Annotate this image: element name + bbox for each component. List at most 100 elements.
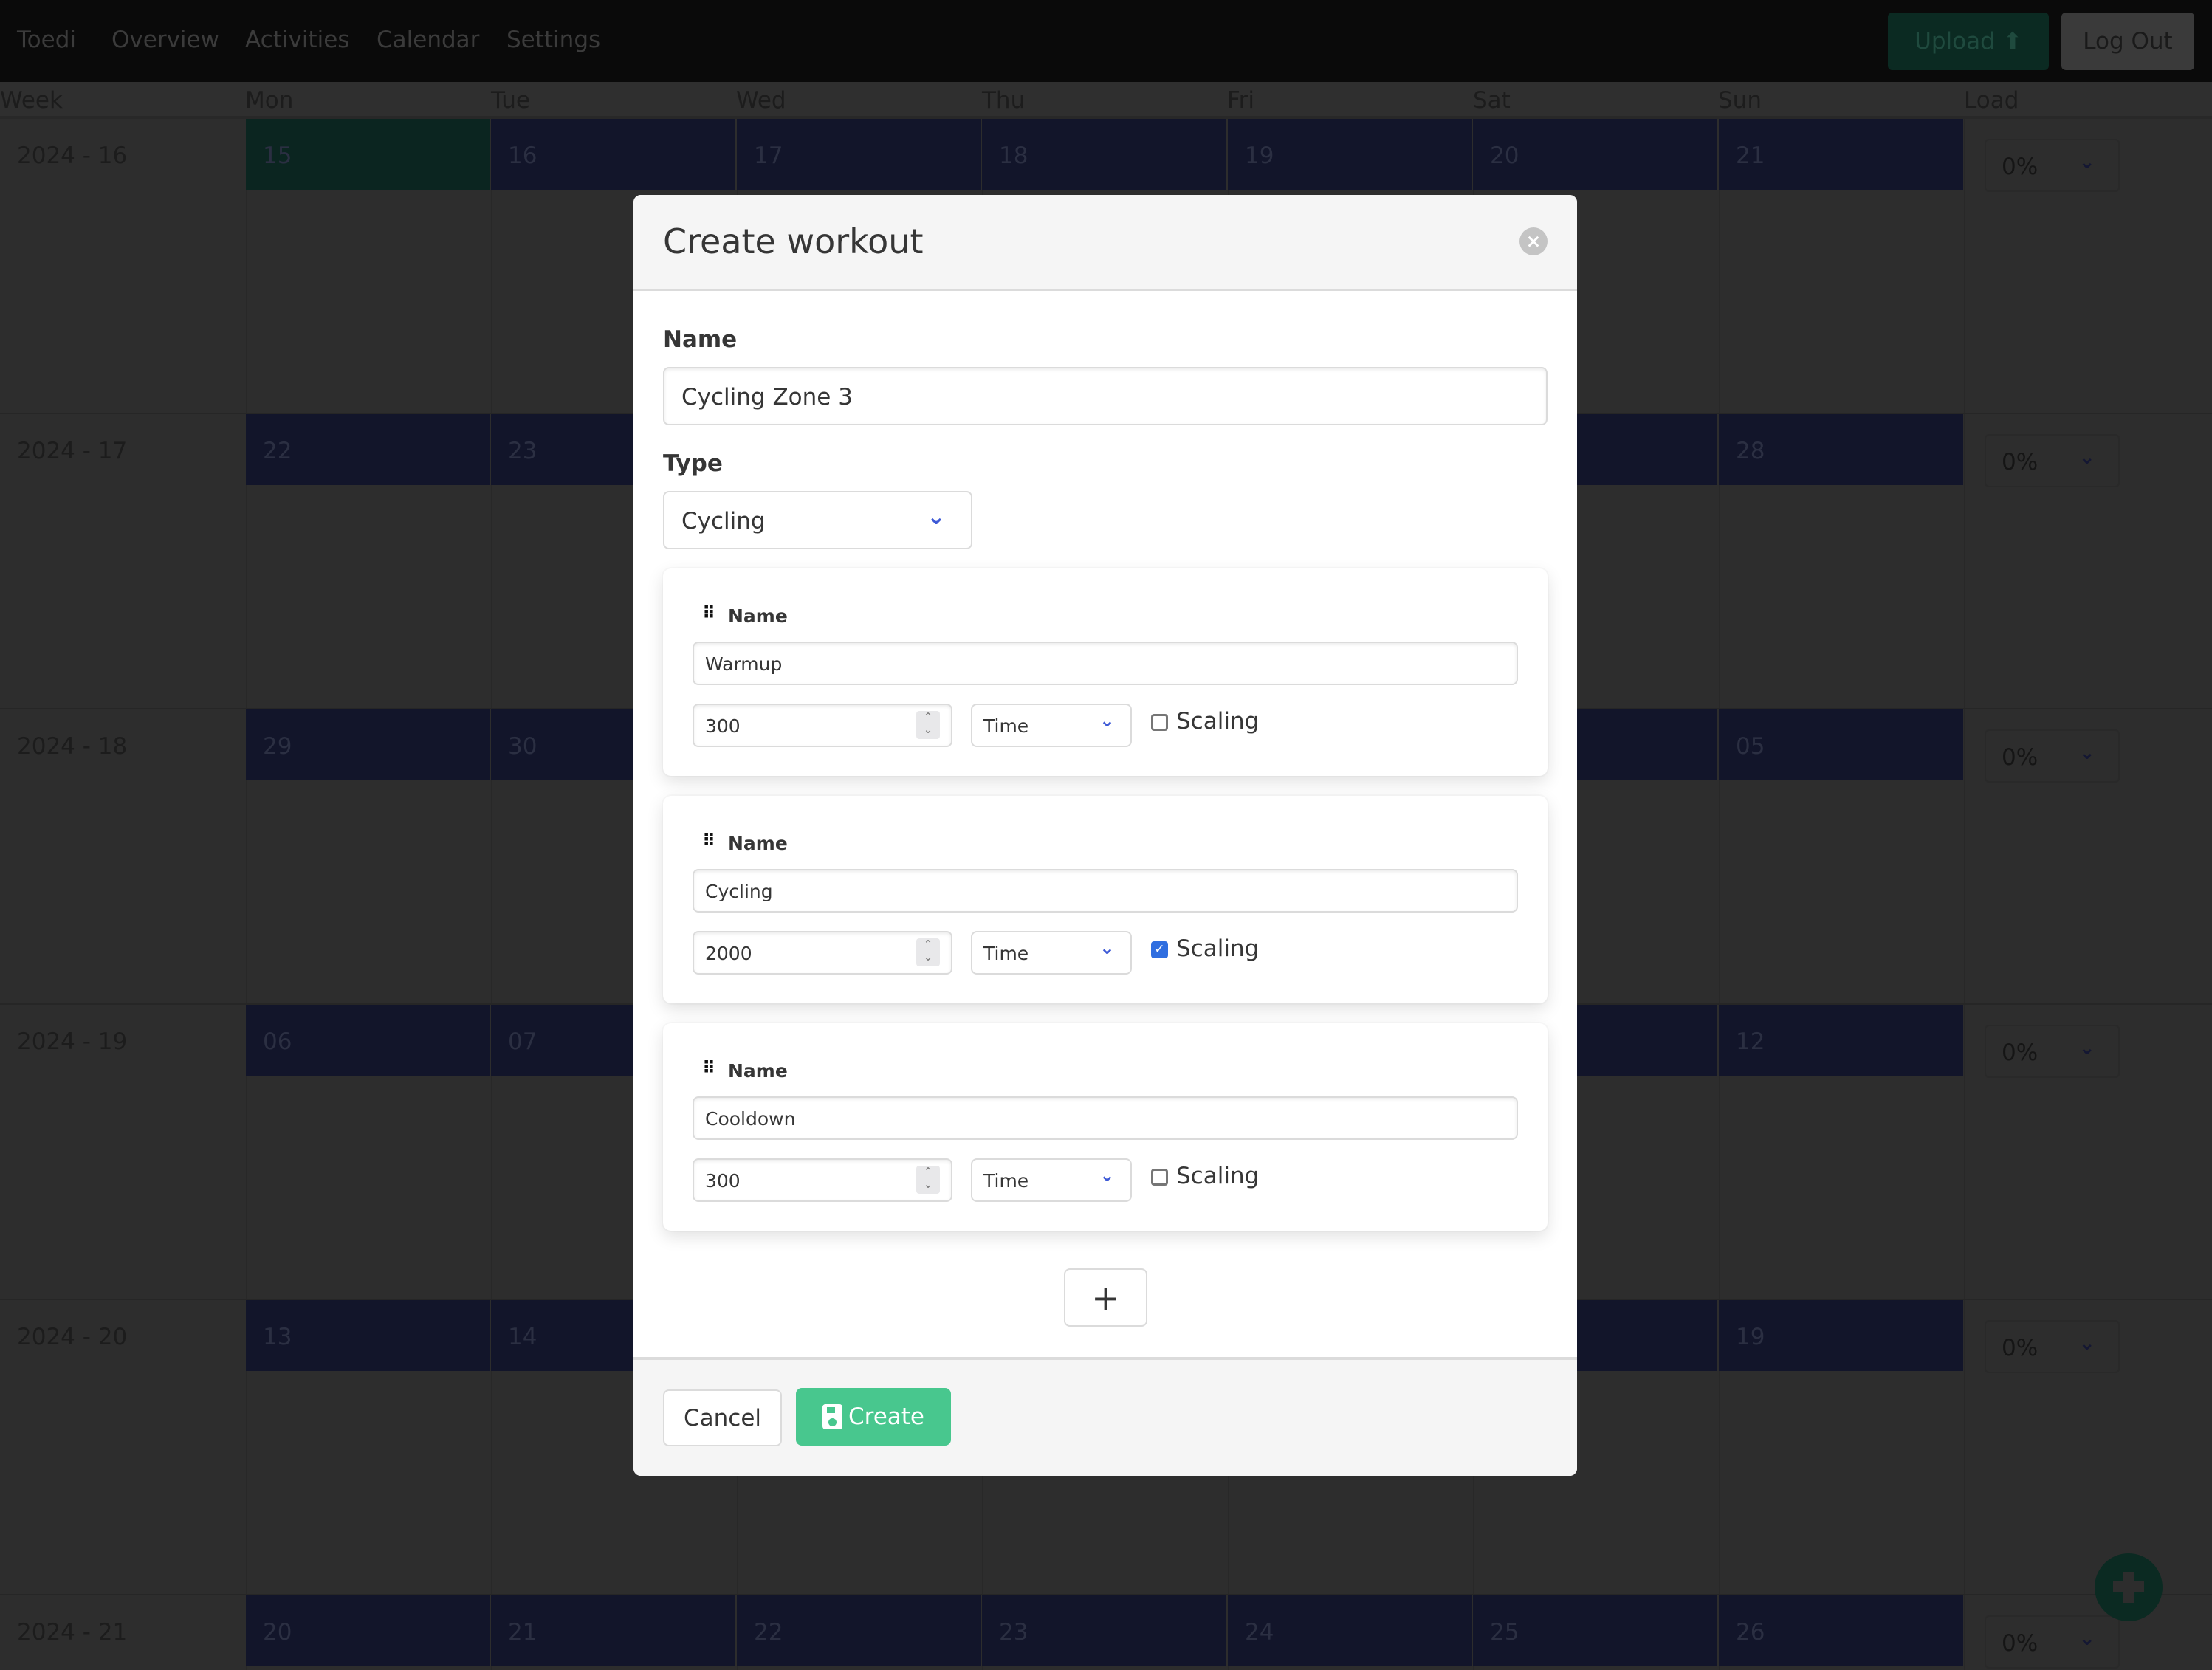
type-value: Cycling: [681, 508, 766, 535]
step-unit-select[interactable]: Time ⌄: [971, 704, 1132, 747]
logout-button[interactable]: Log Out: [2061, 13, 2194, 70]
step-amount-input[interactable]: 300 ⌃ ⌄: [693, 704, 952, 747]
stepper-icon[interactable]: ⌃ ⌄: [916, 711, 940, 739]
app: Toedi Overview Activities Calendar Setti…: [0, 0, 2212, 1670]
nav-activities[interactable]: Activities: [245, 27, 349, 53]
day-cell[interactable]: 26: [1719, 1595, 1963, 1666]
day-cell[interactable]: 21: [1719, 119, 1963, 190]
step-unit-select[interactable]: Time ⌄: [971, 1158, 1132, 1202]
day-cell[interactable]: 22: [737, 1595, 981, 1666]
step-name-input[interactable]: Cycling: [693, 869, 1518, 913]
workout-step-card: ⠿ Name Cycling 2000 ⌃ ⌄ Time ⌄ ✓ Scaling: [663, 796, 1548, 1003]
week-label: 2024 - 21: [17, 1619, 128, 1646]
cancel-button[interactable]: Cancel: [663, 1389, 782, 1446]
drag-handle-icon[interactable]: ⠿: [702, 831, 715, 851]
day-cell[interactable]: 19: [1228, 119, 1472, 190]
day-number: 07: [508, 1028, 537, 1055]
column-header-sat: Sat: [1473, 87, 1511, 114]
scaling-label: Scaling: [1176, 708, 1260, 735]
day-number: 23: [999, 1619, 1028, 1646]
column-header-tue: Tue: [491, 87, 530, 114]
day-cell[interactable]: 18: [982, 119, 1226, 190]
load-value: 0%: [2002, 1040, 2038, 1066]
upload-label: Upload: [1914, 28, 1995, 55]
day-cell[interactable]: 21: [491, 1595, 735, 1666]
day-number: 06: [263, 1028, 292, 1055]
nav-overview[interactable]: Overview: [111, 27, 219, 53]
day-cell[interactable]: 20: [246, 1595, 490, 1666]
create-button[interactable]: Create: [796, 1388, 951, 1446]
day-cell[interactable]: 29: [246, 709, 490, 780]
workout-step-card: ⠿ Name Cooldown 300 ⌃ ⌄ Time ⌄ Scaling: [663, 1023, 1548, 1231]
scaling-checkbox[interactable]: [1151, 714, 1168, 731]
day-cell[interactable]: 13: [246, 1300, 490, 1371]
load-select[interactable]: 0% ⌄: [1985, 139, 2120, 192]
day-number: 25: [1490, 1619, 1519, 1646]
day-number: 12: [1736, 1028, 1765, 1055]
chevron-down-icon: ⌄: [1099, 709, 1115, 731]
create-workout-modal: Create workout × Name Cycling Zone 3 Typ…: [633, 195, 1577, 1476]
day-number: 30: [508, 733, 537, 760]
stepper-icon[interactable]: ⌃ ⌄: [916, 938, 940, 966]
chevron-down-icon: ⌄: [2078, 741, 2095, 764]
step-unit-select[interactable]: Time ⌄: [971, 931, 1132, 975]
chevron-down-icon: ⌄: [2078, 151, 2095, 173]
scaling-checkbox[interactable]: ✓: [1151, 941, 1168, 958]
day-number: 20: [1490, 142, 1519, 169]
day-cell[interactable]: 22: [246, 414, 490, 485]
column-header-thu: Thu: [982, 87, 1026, 114]
day-cell[interactable]: 05: [1719, 709, 1963, 780]
step-name-value: Warmup: [705, 653, 783, 675]
chevron-down-icon: ⌄: [2078, 1037, 2095, 1059]
add-step-button[interactable]: +: [1064, 1268, 1147, 1327]
upload-button[interactable]: Upload ⬆: [1888, 13, 2049, 70]
type-select[interactable]: Cycling ⌄: [663, 491, 972, 549]
load-value: 0%: [2002, 449, 2038, 475]
step-amount-input[interactable]: 300 ⌃ ⌄: [693, 1158, 952, 1202]
day-number: 16: [508, 142, 537, 169]
day-number: 14: [508, 1324, 537, 1350]
load-select[interactable]: 0% ⌄: [1985, 1320, 2120, 1373]
step-amount-input[interactable]: 2000 ⌃ ⌄: [693, 931, 952, 975]
step-amount-value: 300: [705, 715, 741, 737]
day-cell[interactable]: 17: [737, 119, 981, 190]
day-cell[interactable]: 16: [491, 119, 735, 190]
step-unit-value: Time: [983, 1170, 1029, 1192]
column-header-week: Week: [0, 87, 63, 114]
day-cell[interactable]: 28: [1719, 414, 1963, 485]
day-cell[interactable]: 19: [1719, 1300, 1963, 1371]
close-icon[interactable]: ×: [1519, 227, 1548, 255]
chevron-down-icon: ⌄: [2078, 1332, 2095, 1355]
load-select[interactable]: 0% ⌄: [1985, 1615, 2120, 1669]
drag-handle-icon[interactable]: ⠿: [702, 604, 715, 623]
day-number: 19: [1736, 1324, 1765, 1350]
day-cell[interactable]: 06: [246, 1005, 490, 1076]
day-number: 26: [1736, 1619, 1765, 1646]
divider: [1964, 1300, 1965, 1595]
load-select[interactable]: 0% ⌄: [1985, 434, 2120, 487]
day-cell[interactable]: 23: [982, 1595, 1226, 1666]
nav-settings[interactable]: Settings: [506, 27, 600, 53]
load-select[interactable]: 0% ⌄: [1985, 1025, 2120, 1078]
stepper-icon[interactable]: ⌃ ⌄: [916, 1166, 940, 1194]
load-value: 0%: [2002, 744, 2038, 771]
step-name-value: Cycling: [705, 881, 773, 902]
add-workout-fab[interactable]: [2095, 1553, 2163, 1621]
brand-link[interactable]: Toedi: [17, 27, 76, 53]
scaling-checkbox[interactable]: [1151, 1169, 1168, 1186]
day-number: 17: [754, 142, 783, 169]
day-cell[interactable]: 20: [1473, 119, 1717, 190]
day-cell[interactable]: 25: [1473, 1595, 1717, 1666]
day-cell[interactable]: 15: [246, 119, 490, 190]
day-cell[interactable]: 12: [1719, 1005, 1963, 1076]
day-number: 21: [508, 1619, 537, 1646]
load-select[interactable]: 0% ⌄: [1985, 729, 2120, 783]
create-label: Create: [848, 1403, 924, 1430]
upload-icon: ⬆: [2002, 28, 2022, 55]
nav-calendar[interactable]: Calendar: [377, 27, 479, 53]
drag-handle-icon[interactable]: ⠿: [702, 1059, 715, 1078]
step-name-input[interactable]: Cooldown: [693, 1096, 1518, 1140]
workout-name-input[interactable]: Cycling Zone 3: [663, 367, 1548, 425]
step-name-input[interactable]: Warmup: [693, 642, 1518, 685]
day-cell[interactable]: 24: [1228, 1595, 1472, 1666]
